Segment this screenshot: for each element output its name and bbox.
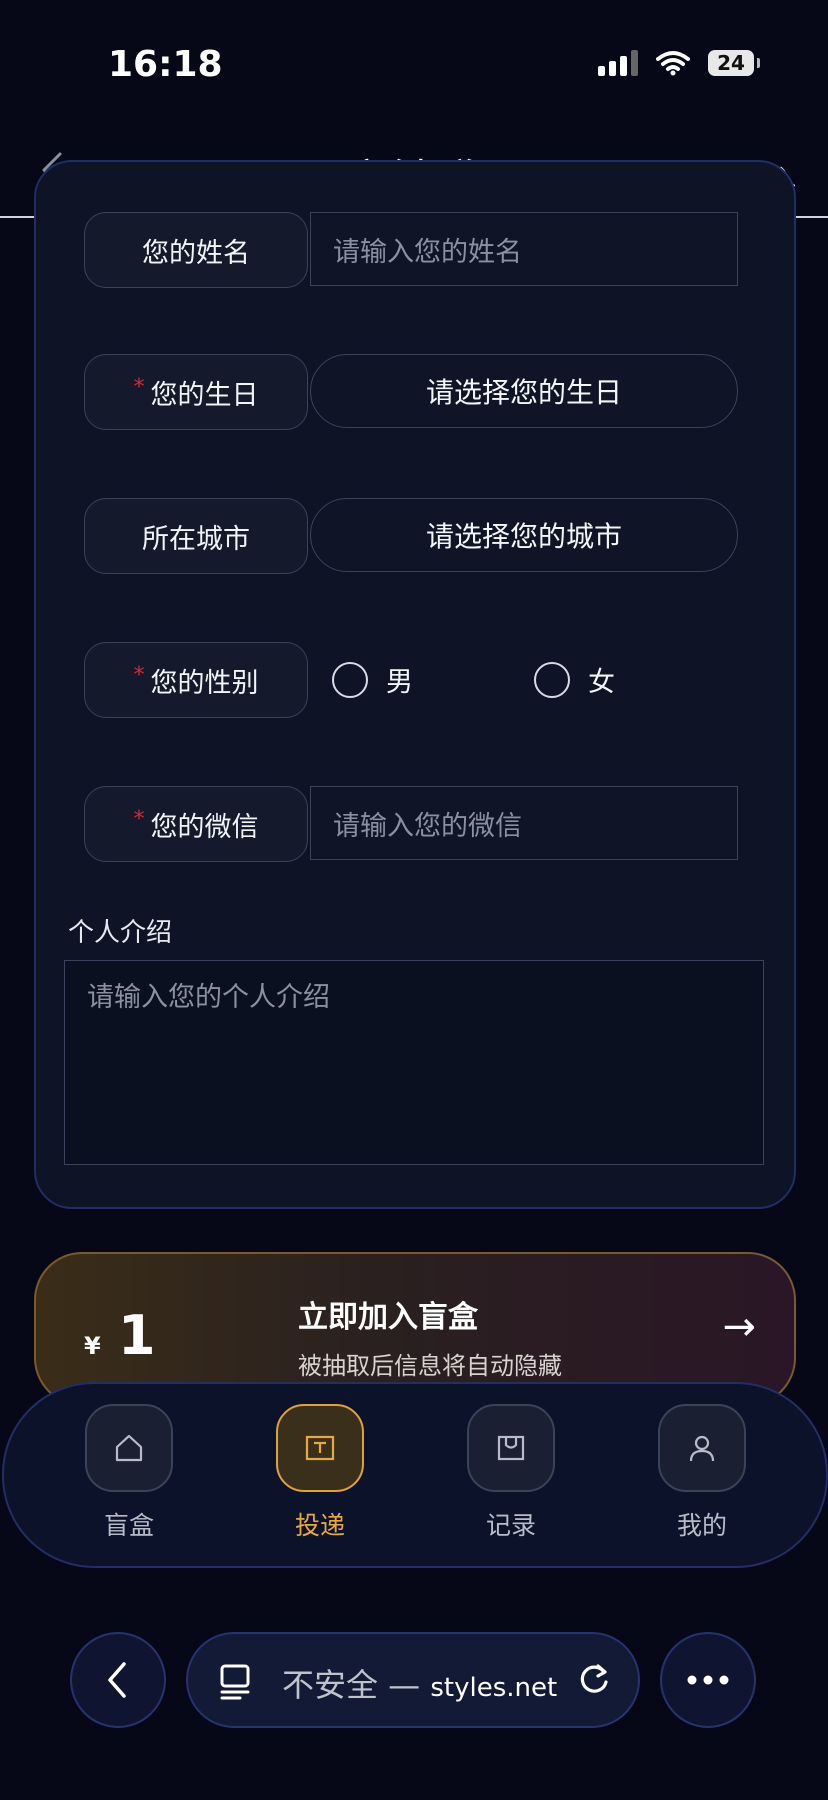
wifi-icon <box>656 51 690 76</box>
tab-blindbox[interactable]: 盲盒 <box>69 1404 189 1542</box>
currency-symbol: ¥ <box>84 1332 101 1360</box>
arrow-right-icon: → <box>722 1304 756 1350</box>
cellular-signal-icon <box>598 50 638 76</box>
wechat-label: * 您的微信 <box>84 786 308 862</box>
name-label-text: 您的姓名 <box>142 237 250 269</box>
required-mark: * <box>133 806 145 832</box>
tab-records[interactable]: 记录 <box>451 1404 571 1542</box>
reload-icon[interactable] <box>574 1660 614 1700</box>
tab-button[interactable] <box>276 1404 364 1492</box>
status-bar: 16:18 24 <box>0 0 828 130</box>
promo-title: 立即加入盲盒 <box>298 1300 478 1335</box>
tab-button[interactable] <box>85 1404 173 1492</box>
tab-label: 记录 <box>485 1511 536 1540</box>
intro-textarea[interactable]: 请输入您的个人介绍 <box>64 960 764 1165</box>
tab-label: 盲盒 <box>103 1511 154 1540</box>
birthday-label: * 您的生日 <box>84 354 308 430</box>
required-mark: * <box>133 662 145 688</box>
gender-option-label: 女 <box>588 667 615 698</box>
city-select[interactable]: 请选择您的城市 <box>310 498 738 572</box>
city-label-text: 所在城市 <box>142 523 250 555</box>
name-row: 您的姓名 请输入您的姓名 <box>84 212 740 288</box>
gender-label: * 您的性别 <box>84 642 308 718</box>
more-dots-icon <box>687 1675 729 1685</box>
radio-circle-icon[interactable] <box>332 661 368 698</box>
promo-subtitle: 被抽取后信息将自动隐藏 <box>298 1352 562 1380</box>
name-label: 您的姓名 <box>84 212 308 288</box>
tab-bar: 盲盒 投递 记录 我的 <box>2 1382 828 1568</box>
gender-label-text: 您的性别 <box>150 667 259 699</box>
gender-option-label: 男 <box>386 667 413 698</box>
tab-button[interactable] <box>467 1404 555 1492</box>
birthday-label-text: 您的生日 <box>150 379 259 411</box>
mailbox-icon <box>305 1435 335 1461</box>
home-icon <box>115 1434 143 1462</box>
tab-deliver[interactable]: 投递 <box>260 1404 380 1542</box>
name-input[interactable]: 请输入您的姓名 <box>310 212 738 286</box>
more-options-button[interactable] <box>660 1632 756 1728</box>
user-icon <box>689 1435 715 1462</box>
url-domain: styles.net <box>430 1673 558 1703</box>
url-text: 不安全 — styles.net <box>282 1660 557 1706</box>
browser-back-button[interactable] <box>70 1632 166 1728</box>
browser-toolbar: 不安全 — styles.net <box>0 1620 828 1800</box>
birthday-select[interactable]: 请选择您的生日 <box>310 354 738 428</box>
wechat-label-text: 您的微信 <box>150 811 259 843</box>
chevron-left-icon <box>108 1662 126 1698</box>
radio-circle-icon[interactable] <box>534 661 570 698</box>
wechat-row: * 您的微信 请输入您的微信 <box>84 786 740 862</box>
status-icons: 24 <box>598 50 760 76</box>
tab-profile[interactable]: 我的 <box>642 1404 762 1542</box>
security-warning: 不安全 — <box>282 1666 431 1704</box>
tab-label: 投递 <box>294 1511 345 1540</box>
battery-indicator: 24 <box>708 50 760 76</box>
gender-radio-female[interactable]: 女 <box>534 660 615 699</box>
address-bar[interactable]: 不安全 — styles.net <box>186 1632 640 1728</box>
gender-row: * 您的性别 男 女 <box>84 642 740 718</box>
intro-label: 个人介绍 <box>68 918 173 948</box>
city-label: 所在城市 <box>84 498 308 574</box>
bag-icon <box>497 1435 525 1461</box>
reader-icon[interactable] <box>218 1662 254 1702</box>
birthday-row: * 您的生日 请选择您的生日 <box>84 354 740 430</box>
tab-label: 我的 <box>676 1511 727 1540</box>
wechat-input[interactable]: 请输入您的微信 <box>310 786 738 860</box>
city-row: 所在城市 请选择您的城市 <box>84 498 740 574</box>
status-time: 16:18 <box>108 44 223 85</box>
price-value: 1 <box>118 1304 156 1367</box>
tab-button[interactable] <box>658 1404 746 1492</box>
gender-radio-male[interactable]: 男 <box>332 660 413 699</box>
required-mark: * <box>133 374 145 400</box>
